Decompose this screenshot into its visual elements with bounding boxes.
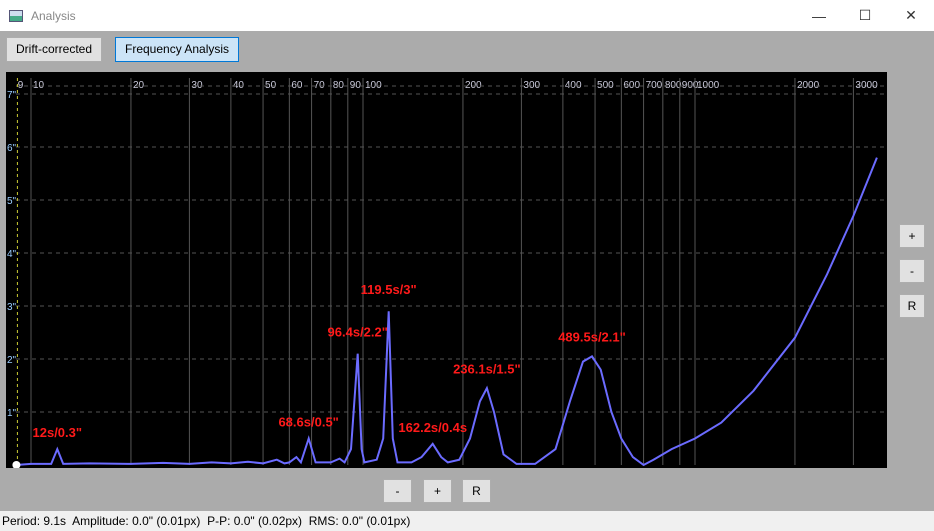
status-amplitude: Amplitude: 0.0" (0.01px) bbox=[72, 514, 201, 528]
x-tick-label: 1000 bbox=[697, 80, 720, 91]
y-tick-label: 6" bbox=[7, 143, 17, 154]
status-bar: Period: 9.1s Amplitude: 0.0" (0.01px) P-… bbox=[0, 511, 934, 531]
peak-label: 236.1s/1.5" bbox=[453, 362, 521, 377]
y-tick-label: 5" bbox=[7, 196, 17, 207]
minimize-button[interactable]: — bbox=[796, 0, 842, 31]
frequency-analysis-button[interactable]: Frequency Analysis bbox=[115, 37, 240, 62]
y-tick-label: 3" bbox=[7, 302, 17, 313]
cursor-marker bbox=[12, 461, 21, 469]
maximize-button[interactable]: ☐ bbox=[842, 0, 888, 31]
close-button[interactable]: ✕ bbox=[888, 0, 934, 31]
frequency-plot[interactable]: 1" 2" 3" 4" 5" 6" 7" 9 10 20 30 40 50 60 70 80 90 100 200 3… bbox=[6, 72, 887, 469]
reset-x-button[interactable]: R bbox=[462, 479, 491, 503]
peak-label: 68.6s/0.5" bbox=[278, 415, 338, 430]
y-tick-label: 2" bbox=[7, 355, 17, 366]
x-tick-label: 3000 bbox=[855, 80, 878, 91]
status-period: Period: 9.1s bbox=[2, 514, 67, 528]
y-tick-label: 1" bbox=[7, 408, 17, 419]
reset-y-button[interactable]: R bbox=[899, 294, 925, 318]
peak-label: 162.2s/0.4s bbox=[398, 420, 467, 435]
window-title: Analysis bbox=[31, 8, 76, 23]
zoom-in-y-button[interactable]: + bbox=[899, 224, 925, 248]
y-tick-label: 7" bbox=[7, 90, 17, 101]
zoom-out-x-button[interactable]: - bbox=[383, 479, 412, 503]
y-tick-label: 4" bbox=[7, 249, 17, 260]
status-pp: P-P: 0.0" (0.02px) bbox=[207, 514, 303, 528]
title-bar: Analysis — ☐ ✕ bbox=[0, 0, 934, 31]
status-rms: RMS: 0.0" (0.01px) bbox=[308, 514, 411, 528]
zoom-out-y-button[interactable]: - bbox=[899, 259, 925, 283]
plot-svg: 1"2"3"4"5"6"7"9 10 20 30 40 50 60 70 80 90 100 200 3… bbox=[7, 78, 887, 469]
drift-corrected-button[interactable]: Drift-corrected bbox=[6, 37, 103, 62]
peak-label: 119.5s/3" bbox=[361, 282, 417, 297]
peak-label: 489.5s/2.1" bbox=[558, 330, 626, 345]
peak-label: 96.4s/2.2" bbox=[328, 324, 388, 339]
zoom-in-x-button[interactable]: + bbox=[423, 479, 452, 503]
app-icon bbox=[9, 9, 23, 22]
peak-label: 12s/0.3" bbox=[33, 425, 83, 440]
